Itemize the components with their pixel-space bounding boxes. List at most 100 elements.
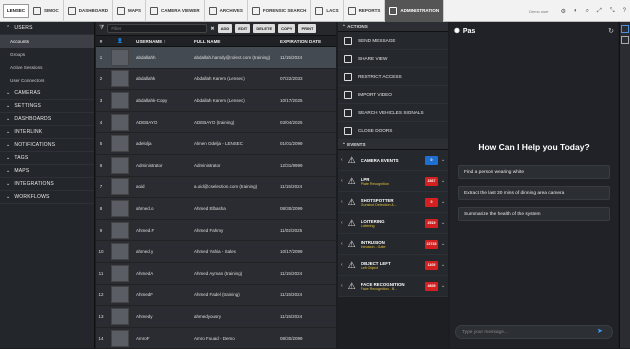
event-item[interactable]: ‹ ⚠ SHOTSPOTTER Gunshot Detection &... 0 ⌄ (338, 192, 448, 213)
chevron-down-icon[interactable]: ⌄ (441, 283, 446, 289)
tab-simoc[interactable]: SIMOC (29, 0, 64, 22)
event-item[interactable]: ‹ ⚠ OBJECT LEFT Left Object 1105 ⌄ (338, 255, 448, 276)
send-icon[interactable]: ➤ (597, 328, 606, 336)
event-item[interactable]: ‹ ⚠ CAMERA EVENTS 0 ⌄ (338, 150, 448, 171)
nav-sub-accounts[interactable]: Accounts (0, 35, 94, 48)
table-row[interactable]: 5 adelolja Almen Odelja - LENSEC 01/01/2099 (96, 133, 336, 155)
nav-workflows[interactable]: ⌄ WORKFLOWS (0, 191, 94, 204)
nav-integrations[interactable]: ⌄ INTEGRATIONS (0, 178, 94, 191)
actions-header[interactable]: ⌃ ACTIONS (338, 22, 448, 32)
table-row[interactable]: 10 ahmed.y Ahmed Yahia - Sales 10/17/2099 (96, 241, 336, 263)
lacs-icon (315, 6, 324, 15)
tab-dashboard[interactable]: DASHBOARD (64, 0, 114, 22)
suggestion-2[interactable]: Extract the last 30 mins of dinning area… (458, 186, 610, 200)
col-expiration[interactable]: EXPIRATION DATE (278, 39, 328, 44)
table-row[interactable]: 9 Ahmed.F Ahmed Fahmy 11/02/2025 (96, 220, 336, 242)
table-row[interactable]: 12 AhmedF Ahmed Fadel (training) 11/15/2024 (96, 285, 336, 307)
event-text: LOITERING Loitering (361, 219, 422, 228)
action-search-vehicles[interactable]: SEARCH VEHICLES SIGNALS (338, 104, 448, 122)
table-row[interactable]: 6 Administrator Administrator 12/31/9999 (96, 155, 336, 177)
tab-reports[interactable]: REPORTS (344, 0, 386, 22)
tab-lacs[interactable]: LACS (311, 0, 344, 22)
chevron-down-icon[interactable]: ⌄ (441, 178, 446, 184)
action-import-video[interactable]: IMPORT VIDEO (338, 86, 448, 104)
theme-icon[interactable]: ◐ (574, 8, 578, 14)
nav-sub-active-sessions[interactable]: Active Sessions (0, 61, 94, 74)
top-toolbar: LENSEC SIMOC DASHBOARD MAPS CAMERA VIEWE… (0, 0, 630, 22)
tab-camera-viewer[interactable]: CAMERA VIEWER (146, 0, 205, 22)
nav-notifications[interactable]: ⌄ NOTIFICATIONS (0, 139, 94, 152)
table-row[interactable]: 3 abdallahk-Copy Abdallah Karem (Lensec) 10… (96, 90, 336, 112)
event-item[interactable]: ‹ ⚠ FACE RECOGNITION Face Recognition - B..… (338, 276, 448, 297)
event-item[interactable]: ‹ ⚠ LPR Plate Recognition 3367 ⌄ (338, 171, 448, 192)
action-send-message[interactable]: SEND MESSAGE (338, 32, 448, 50)
expand-icon[interactable]: ⤢ (597, 8, 602, 15)
grid-toolbar: ⧩ Filter ✖ ADD EDIT DELETE COPY PRINT (96, 22, 336, 36)
event-icon: ⚠ (347, 217, 356, 228)
print-button[interactable]: PRINT (298, 24, 317, 33)
username-cell: AhmedF (136, 292, 154, 298)
refresh-icon[interactable]: ↻ (608, 27, 614, 35)
events-header[interactable]: ⌃ EVENTS (338, 140, 448, 150)
avatar (106, 91, 134, 109)
copy-button[interactable]: COPY (278, 24, 296, 33)
edit-button[interactable]: EDIT (235, 24, 251, 33)
filter-input[interactable]: Filter (107, 24, 208, 33)
help-icon[interactable]: ? (623, 8, 626, 14)
chevron-down-icon[interactable]: ⌄ (441, 220, 446, 226)
table-row[interactable]: 4 ADEBAYO ADEBAYO (training) 03/04/2025 (96, 112, 336, 134)
chevron-up-icon: ⌃ (6, 25, 11, 31)
add-button[interactable]: ADD (217, 24, 233, 33)
chevron-down-icon[interactable]: ⌄ (441, 157, 446, 163)
tab-archives[interactable]: ARCHIVES (205, 0, 248, 22)
action-restrict-access[interactable]: RESTRICT ACCESS (338, 68, 448, 86)
suggestion-1[interactable]: Find a person wearing white (458, 165, 610, 179)
nav-sub-user-connectors[interactable]: User Connectors (0, 74, 94, 87)
table-row[interactable]: 13 Ahmedy ahmedyousry 11/15/2024 (96, 306, 336, 328)
nav-users[interactable]: ⌃ USERS (0, 22, 94, 35)
delete-button[interactable]: DELETE (253, 24, 276, 33)
event-count-badge: 0 (425, 155, 438, 165)
action-close-doors[interactable]: CLOSE DOORS (338, 122, 448, 140)
chat-input[interactable]: Type your message... (455, 325, 613, 339)
chevron-down-icon[interactable]: ⌄ (441, 199, 446, 205)
event-count-badge: 1105 (425, 260, 438, 270)
nav-dashboards[interactable]: ⌄ DASHBOARDS (0, 113, 94, 126)
nav-tags[interactable]: ⌄ TAGS (0, 152, 94, 165)
expiration-cell: 01/01/2099 (280, 141, 303, 147)
event-item[interactable]: ‹ ⚠ INTRUSION Intrusion - Gate 22743 ⌄ (338, 234, 448, 255)
col-fullname[interactable]: FULL NAME (192, 39, 278, 44)
nav-interlink[interactable]: ⌄ INTERLINK (0, 126, 94, 139)
chevron-down-icon[interactable]: ⌄ (441, 262, 446, 268)
chevron-down-icon: ⌄ (6, 194, 11, 200)
table-row[interactable]: 11 AhmedA Ahmed Ayman (training) 11/15/2024 (96, 263, 336, 285)
action-share-view[interactable]: SHARE VIEW (338, 50, 448, 68)
nav-maps[interactable]: ⌄ MAPS (0, 165, 94, 178)
event-item[interactable]: ‹ ⚠ LOITERING Loitering 2519 ⌄ (338, 213, 448, 234)
table-row[interactable]: 14 AmroF Amro Fouad - Demo 08/30/2099 (96, 328, 336, 349)
col-username[interactable]: USERNAME ↑ (134, 39, 192, 44)
tab-forensic-search[interactable]: FORENSIC SEARCH (248, 0, 312, 22)
side-panel: ⌃ ACTIONS SEND MESSAGE SHARE VIEW RESTRI… (338, 22, 448, 348)
filter-icon: ⧩ (99, 25, 105, 31)
username-cell: ADEBAYO (136, 119, 158, 125)
tab-administration[interactable]: ADMINISTRATION (385, 0, 445, 22)
table-row[interactable]: 1 abdallahh abdallah.hamdy@rolect.com (tra… (96, 47, 336, 69)
table-row[interactable]: 7 aoid a.oid@cselection.com (training) 11/1… (96, 177, 336, 199)
nav-sub-groups[interactable]: Groups (0, 48, 94, 61)
chevron-down-icon[interactable]: ⌄ (441, 241, 446, 247)
suggestion-3[interactable]: Summarize the health of the system (458, 207, 610, 221)
panel-icon[interactable] (621, 25, 629, 33)
tab-maps[interactable]: MAPS (113, 0, 147, 22)
table-row[interactable]: 8 ahmed.o Ahmed Elbasha 08/30/2099 (96, 198, 336, 220)
settings-icon[interactable]: ⚙ (561, 8, 566, 15)
nav-cameras[interactable]: ⌄ CAMERAS (0, 87, 94, 100)
grid-icon[interactable] (621, 36, 629, 44)
search-icon[interactable]: ⌕ (586, 8, 589, 15)
row-number: 5 (99, 141, 103, 147)
clear-filter-icon[interactable]: ✖ (210, 26, 214, 32)
col-num[interactable]: # (96, 39, 106, 44)
nav-settings[interactable]: ⌄ SETTINGS (0, 100, 94, 113)
table-row[interactable]: 2 abdallahk Abdallah Karem (Lensec) 07/22/2… (96, 69, 336, 91)
collapse-icon[interactable]: ⤡ (610, 8, 615, 15)
